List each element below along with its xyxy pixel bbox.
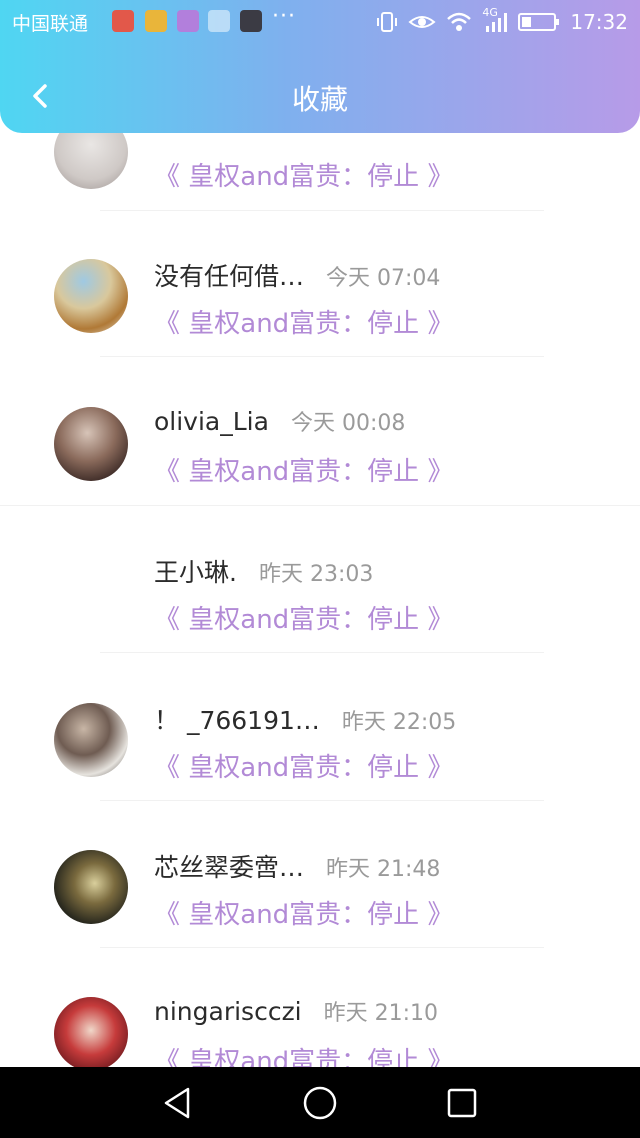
timestamp: 昨天 21:48 [326, 857, 441, 882]
favorite-reference[interactable]: 《 皇权and富贵：停止 》 [154, 156, 453, 193]
more-notifications-icon: ··· [272, 4, 296, 29]
nav-recents-icon[interactable] [444, 1085, 480, 1121]
list-item[interactable]: 《 皇权and富贵：停止 》 [0, 133, 640, 211]
avatar [54, 850, 128, 924]
notification-icon-1 [112, 10, 134, 32]
list-item[interactable]: olivia_Lia 今天 00:08 《 皇权and富贵：停止 》 [0, 375, 640, 523]
list-item[interactable]: ！ _766191… 昨天 22:05 《 皇权and富贵：停止 》 [0, 671, 640, 819]
notification-icon-2 [145, 10, 167, 32]
item-header: 芯丝翠委啻… 昨天 21:48 [154, 848, 440, 884]
nav-home-icon[interactable] [302, 1085, 338, 1121]
user-name[interactable]: olivia_Lia [154, 407, 269, 436]
system-nav-bar [0, 1067, 640, 1138]
image-thumb-icon [240, 10, 262, 32]
timestamp: 昨天 23:03 [258, 562, 374, 587]
signal-icon: 4G [482, 6, 508, 34]
divider [0, 505, 640, 506]
list-item[interactable]: 没有任何借… 今天 07:04 《 皇权and富贵：停止 》 [0, 227, 640, 375]
user-name[interactable]: 王小琳. [154, 553, 237, 589]
avatar [54, 997, 128, 1067]
item-header: 没有任何借… 今天 07:04 [154, 257, 440, 293]
user-name[interactable]: ！ _766191… [154, 701, 320, 737]
item-header: 王小琳. 昨天 23:03 [154, 553, 373, 589]
favorite-reference[interactable]: 《 皇权and富贵：停止 》 [154, 1041, 453, 1067]
avatar [54, 703, 128, 777]
app-header: 中国联通 ··· 4G 17:32 收藏 [0, 0, 640, 133]
user-name[interactable]: 没有任何借… [154, 257, 304, 293]
favorite-reference[interactable]: 《 皇权and富贵：停止 》 [154, 599, 453, 636]
avatar [54, 555, 128, 629]
favorites-list[interactable]: 《 皇权and富贵：停止 》 没有任何借… 今天 07:04 《 皇权and富贵… [0, 133, 640, 1067]
favorite-reference[interactable]: 《 皇权and富贵：停止 》 [154, 894, 453, 931]
favorite-reference[interactable]: 《 皇权and富贵：停止 》 [154, 303, 453, 340]
user-name[interactable]: ningariscczi [154, 997, 302, 1026]
wifi-icon [447, 12, 472, 31]
divider [100, 947, 544, 948]
clock: 17:32 [570, 10, 628, 34]
eye-icon [408, 16, 436, 28]
nav-bar: 收藏 [0, 60, 640, 132]
divider [100, 800, 544, 801]
battery-icon [518, 13, 560, 31]
avatar [54, 259, 128, 333]
notification-icon-3 [208, 10, 230, 32]
carrier-label: 中国联通 [12, 13, 89, 35]
item-header: olivia_Lia 今天 00:08 [154, 405, 405, 437]
divider [100, 210, 544, 211]
gallery-icon [177, 10, 199, 32]
list-item[interactable]: 芯丝翠委啻… 昨天 21:48 《 皇权and富贵：停止 》 [0, 818, 640, 966]
status-bar: 中国联通 ··· 4G 17:32 [0, 0, 640, 44]
timestamp: 今天 07:04 [326, 266, 441, 291]
nav-back-icon[interactable] [160, 1085, 196, 1121]
avatar [54, 133, 128, 189]
item-header: ningariscczi 昨天 21:10 [154, 995, 438, 1027]
timestamp: 今天 00:08 [290, 411, 406, 436]
vibrate-icon [377, 12, 398, 32]
list-item[interactable]: ningariscczi 昨天 21:10 《 皇权and富贵：停止 》 [0, 965, 640, 1067]
list-item[interactable]: 王小琳. 昨天 23:03 《 皇权and富贵：停止 》 [0, 523, 640, 671]
favorite-reference[interactable]: 《 皇权and富贵：停止 》 [154, 747, 453, 784]
divider [100, 652, 544, 653]
page-title: 收藏 [291, 83, 348, 116]
favorite-reference[interactable]: 《 皇权and富贵：停止 》 [154, 451, 453, 488]
timestamp: 昨天 21:10 [323, 1001, 439, 1026]
timestamp: 昨天 22:05 [341, 710, 457, 735]
avatar [54, 407, 128, 481]
item-header: ！ _766191… 昨天 22:05 [154, 701, 456, 737]
divider [100, 356, 544, 357]
status-icons: 4G 17:32 [376, 6, 628, 38]
user-name[interactable]: 芯丝翠委啻… [154, 848, 304, 884]
